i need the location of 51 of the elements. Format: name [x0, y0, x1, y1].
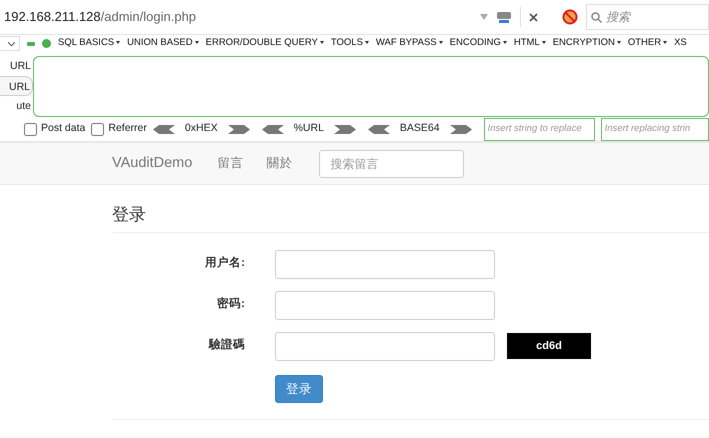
password-field[interactable] — [275, 290, 495, 320]
menu-item[interactable]: HTML — [514, 36, 546, 51]
encoder-label: BASE64 — [398, 121, 441, 136]
chevron-icon — [8, 42, 15, 46]
side-button-label[interactable]: URL — [0, 56, 33, 76]
encoder-label: %URL — [292, 121, 325, 136]
blocked-icon[interactable] — [562, 9, 578, 25]
nav-link[interactable]: 留言 — [217, 154, 244, 173]
checkbox[interactable] — [24, 122, 37, 136]
site-brand[interactable]: VAuditDemo — [112, 152, 192, 174]
minus-icon[interactable] — [27, 42, 35, 46]
right-arrow-icon[interactable] — [334, 124, 356, 134]
menu-item[interactable]: WAF BYPASS — [376, 36, 443, 51]
captcha-field[interactable] — [275, 332, 495, 360]
menu-item[interactable]: SQL BASICS — [58, 36, 120, 51]
menu-item[interactable]: TOOLS — [330, 36, 369, 51]
side-button[interactable]: URL — [0, 76, 33, 96]
menu-item[interactable]: XS — [674, 36, 687, 51]
right-arrow-icon[interactable] — [228, 124, 250, 134]
checkbox-label: Referrer — [108, 121, 147, 136]
checkbox[interactable] — [91, 122, 104, 136]
menu-item[interactable]: ENCODING — [450, 36, 507, 51]
menu-item[interactable]: UNION BASED — [127, 36, 199, 51]
side-button-label[interactable]: ute — [0, 96, 33, 116]
search-icon — [590, 12, 602, 22]
form-label: 密码: — [216, 296, 246, 312]
left-arrow-icon[interactable] — [262, 124, 284, 134]
menu-item[interactable]: OTHER — [628, 36, 668, 51]
network-drive-icon[interactable] — [496, 10, 512, 24]
menu-item[interactable]: ERROR/DOUBLE QUERY — [206, 36, 324, 51]
form-label: 驗證碼 — [208, 337, 246, 354]
nav-link[interactable]: 關於 — [266, 154, 292, 173]
search-field[interactable]: 搜索 — [586, 4, 709, 30]
url-textarea[interactable] — [33, 56, 709, 117]
checkbox-label: Post data — [41, 121, 86, 136]
captcha-image: cd6d — [507, 333, 591, 359]
address-bar[interactable]: 192.168.211.128/admin/login.php — [0, 2, 546, 32]
close-icon[interactable] — [529, 12, 538, 22]
form-label: 用户名: — [204, 255, 246, 272]
left-arrow-icon[interactable] — [368, 124, 390, 134]
menu-item[interactable]: ENCRYPTION — [552, 36, 621, 51]
encoder-label: 0xHEX — [184, 121, 219, 136]
username-field[interactable] — [275, 250, 495, 278]
select-dropdown[interactable] — [0, 36, 20, 51]
login-button[interactable]: 登录 — [275, 374, 323, 404]
plus-icon[interactable] — [42, 39, 51, 48]
page-heading: 登录 — [112, 202, 709, 232]
right-arrow-icon[interactable] — [450, 124, 472, 134]
left-arrow-icon[interactable] — [152, 124, 175, 134]
url-text: 192.168.211.128/admin/login.php — [4, 8, 198, 26]
dropdown-arrow-icon[interactable] — [480, 14, 488, 20]
